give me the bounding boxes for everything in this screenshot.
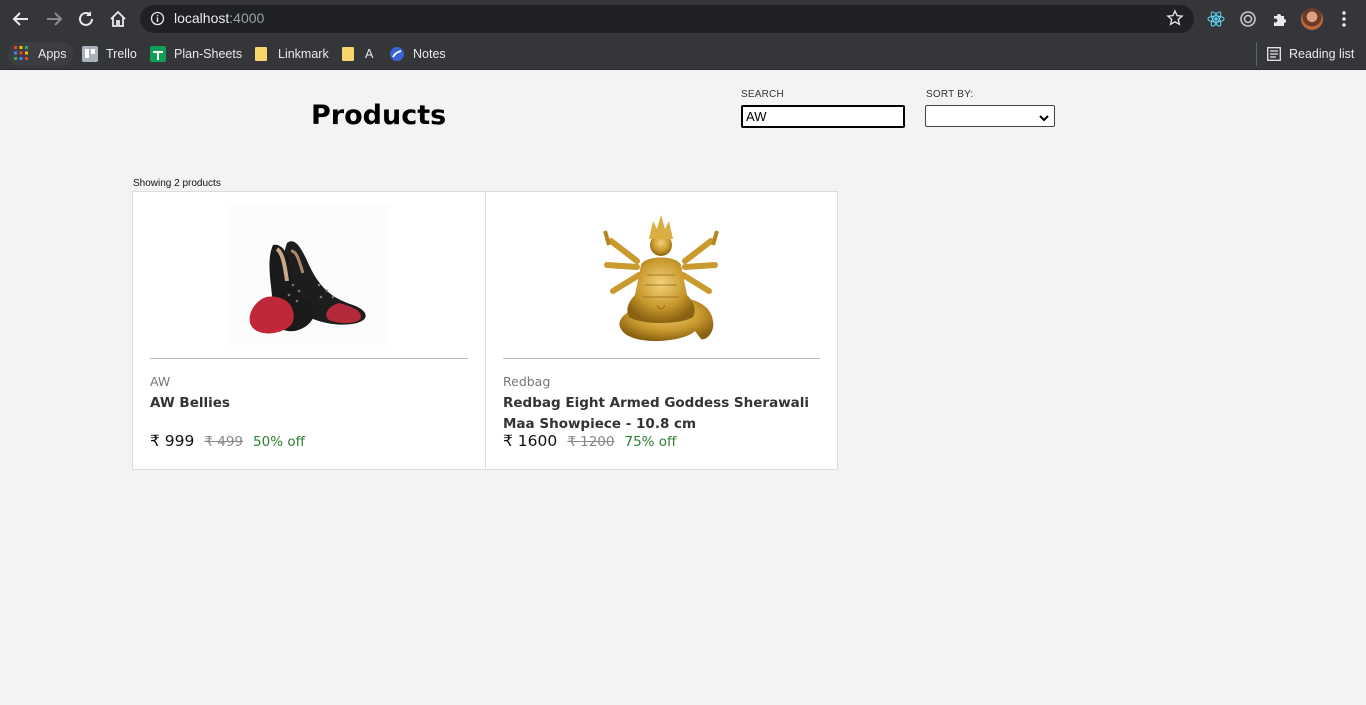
bookmark-plan-sheets[interactable]: Plan-Sheets <box>144 42 248 66</box>
folder-note-icon <box>254 46 270 62</box>
page-content: Products SEARCH SORT BY: Showing 2 produ… <box>0 70 1366 705</box>
address-bar[interactable]: localhost:4000 <box>140 5 1194 33</box>
reading-list-icon <box>1267 47 1281 61</box>
product-card[interactable]: Redbag Redbag Eight Armed Goddess Sheraw… <box>485 192 837 469</box>
extensions-puzzle-icon[interactable] <box>1270 9 1290 29</box>
folder-note-icon <box>341 46 357 62</box>
menu-kebab-icon[interactable] <box>1334 9 1354 29</box>
product-brand: Redbag <box>503 374 551 389</box>
info-icon[interactable] <box>150 11 165 30</box>
reading-list-button[interactable]: Reading list <box>1256 42 1354 66</box>
sheets-icon <box>150 46 166 62</box>
page-title: Products <box>311 100 447 131</box>
chevron-down-icon <box>1038 109 1050 128</box>
bookmark-apps[interactable]: Apps <box>8 42 73 66</box>
price-row: ₹ 1600 ₹ 1200 75% off <box>503 432 676 450</box>
product-mrp: ₹ 499 <box>204 434 244 450</box>
product-brand: AW <box>150 374 171 389</box>
bookmark-label: Notes <box>413 47 446 61</box>
react-devtools-icon[interactable] <box>1206 9 1226 29</box>
forward-icon[interactable] <box>42 7 66 31</box>
product-discount: 75% off <box>624 434 677 450</box>
card-divider <box>150 358 468 359</box>
goddess-statue-image <box>602 215 719 341</box>
url-text: localhost:4000 <box>174 10 264 26</box>
product-price: ₹ 1600 <box>503 432 558 450</box>
bookmark-label: Trello <box>106 47 137 61</box>
notes-icon <box>389 46 405 62</box>
trello-icon <box>82 46 98 62</box>
product-image[interactable] <box>133 202 485 348</box>
back-icon[interactable] <box>9 7 33 31</box>
reading-list-label: Reading list <box>1289 47 1355 61</box>
bookmark-label: Linkmark <box>278 47 329 61</box>
price-row: ₹ 999 ₹ 499 50% off <box>150 432 305 450</box>
bellies-shoe-image <box>229 205 389 345</box>
bookmark-linkmark[interactable]: Linkmark <box>248 42 335 66</box>
product-price: ₹ 999 <box>150 432 195 450</box>
profile-avatar[interactable] <box>1301 8 1323 30</box>
bookmarks-bar: Apps Trello Plan-Sheets Linkmark A Notes… <box>0 38 1366 70</box>
url-port: :4000 <box>229 10 265 26</box>
apps-grid-icon <box>14 46 30 62</box>
product-discount: 50% off <box>253 434 305 450</box>
bookmark-label: Apps <box>38 47 67 61</box>
browser-toolbar: localhost:4000 <box>0 0 1366 38</box>
sort-label: SORT BY: <box>926 89 974 100</box>
bookmark-star-icon[interactable] <box>1166 9 1184 31</box>
product-mrp: ₹ 1200 <box>567 434 615 450</box>
product-image[interactable] <box>486 202 837 348</box>
bookmark-a[interactable]: A <box>335 42 379 66</box>
home-icon[interactable] <box>106 7 130 31</box>
results-count: Showing 2 products <box>133 178 221 189</box>
product-name[interactable]: AW Bellies <box>150 393 470 414</box>
url-host: localhost <box>174 10 230 26</box>
reload-icon[interactable] <box>74 7 98 31</box>
bookmark-label: Plan-Sheets <box>174 47 243 61</box>
product-name[interactable]: Redbag Eight Armed Goddess Sherawali Maa… <box>503 393 823 435</box>
search-input[interactable] <box>741 105 905 128</box>
bookmark-notes[interactable]: Notes <box>383 42 452 66</box>
sort-select[interactable] <box>925 105 1055 127</box>
product-grid: AW AW Bellies ₹ 999 ₹ 499 50% off Redbag… <box>132 191 838 470</box>
search-label: SEARCH <box>741 89 784 100</box>
bookmark-label: A <box>365 47 374 61</box>
bookmark-trello[interactable]: Trello <box>76 42 143 66</box>
card-divider <box>503 358 820 359</box>
product-card[interactable]: AW AW Bellies ₹ 999 ₹ 499 50% off <box>133 192 485 469</box>
extension-target-icon[interactable] <box>1238 9 1258 29</box>
